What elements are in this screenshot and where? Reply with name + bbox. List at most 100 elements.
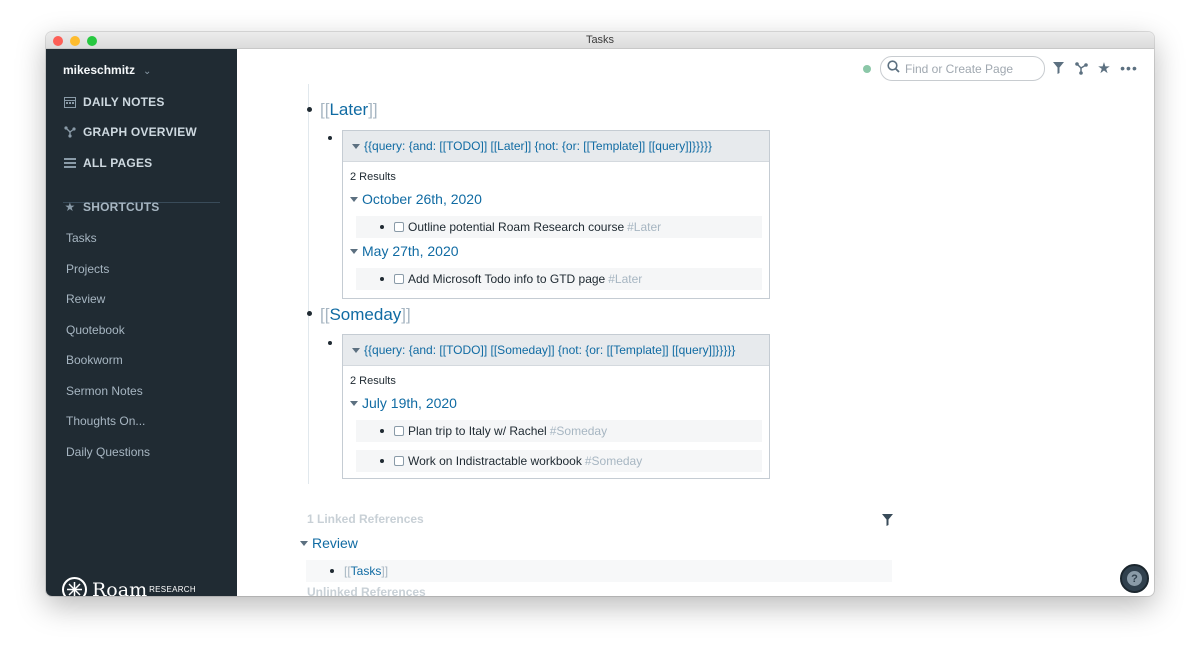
todo-checkbox[interactable]	[394, 222, 404, 232]
block-bullet[interactable]	[380, 277, 384, 281]
nav-graph-overview-label: GRAPH OVERVIEW	[83, 125, 197, 139]
linked-references-heading: 1 Linked References	[307, 512, 424, 526]
reference-block-link[interactable]: Tasks	[351, 564, 382, 578]
user-menu[interactable]: mikeschmitz ⌄	[63, 63, 151, 77]
todo-tag[interactable]: #Later	[608, 272, 642, 286]
query-text: {{query: {and: [[TODO]] [[Later]] {not: …	[364, 139, 712, 153]
collapse-caret-icon[interactable]	[350, 400, 358, 406]
shortcut-item[interactable]: Projects	[66, 262, 109, 276]
block-bullet[interactable]	[328, 136, 332, 140]
todo-text[interactable]: Outline potential Roam Research course	[408, 220, 624, 234]
todo-tag[interactable]: #Someday	[585, 454, 642, 468]
todo-row: Outline potential Roam Research course #…	[356, 216, 762, 238]
search-icon	[887, 59, 900, 78]
block-bullet[interactable]	[380, 429, 384, 433]
roam-logo: Roam RESEARCH	[62, 577, 196, 596]
roam-logo-icon	[62, 577, 87, 596]
reference-block: [[Tasks]]	[306, 560, 892, 582]
sync-status-dot	[863, 65, 871, 73]
filter-icon[interactable]	[1051, 61, 1065, 75]
page-ref-someday[interactable]: [[Someday]]	[320, 305, 411, 325]
block-bullet[interactable]	[307, 311, 312, 316]
shortcut-item[interactable]: Bookworm	[66, 353, 123, 367]
reference-page-link[interactable]: Review	[300, 535, 358, 551]
star-icon: ★	[64, 200, 76, 214]
block-bullet[interactable]	[380, 459, 384, 463]
star-shortcut-icon[interactable]: ★	[1097, 60, 1111, 77]
query-block-someday: {{query: {and: [[TODO]] [[Someday]] {not…	[342, 334, 770, 479]
collapse-caret-icon[interactable]	[350, 196, 358, 202]
todo-text[interactable]: Work on Indistractable workbook	[408, 454, 582, 468]
block-bullet[interactable]	[307, 107, 312, 112]
collapse-caret-icon[interactable]	[350, 248, 358, 254]
shortcuts-heading-label: SHORTCUTS	[83, 200, 160, 214]
bracket-open: [[	[344, 564, 351, 578]
date-ref[interactable]: October 26th, 2020	[350, 191, 482, 207]
nav-all-pages[interactable]: ALL PAGES	[63, 156, 152, 170]
todo-row: Work on Indistractable workbook #Someday	[356, 450, 762, 472]
references-filter-icon[interactable]	[882, 513, 893, 531]
date-ref-label: May 27th, 2020	[362, 243, 459, 259]
search-input[interactable]	[905, 61, 1035, 76]
sidebar: mikeschmitz ⌄ DAILY NOTES GRAPH OVERVIEW …	[46, 49, 237, 596]
graph-view-icon[interactable]	[1074, 61, 1088, 75]
todo-row: Plan trip to Italy w/ Rachel #Someday	[356, 420, 762, 442]
todo-tag[interactable]: #Someday	[550, 424, 607, 438]
todo-row: Add Microsoft Todo info to GTD page #Lat…	[356, 268, 762, 290]
todo-text[interactable]: Add Microsoft Todo info to GTD page	[408, 272, 605, 286]
block-bullet[interactable]	[328, 341, 332, 345]
nav-daily-notes[interactable]: DAILY NOTES	[63, 95, 165, 109]
list-icon	[63, 156, 77, 170]
window-title: Tasks	[585, 34, 615, 46]
block-bullet[interactable]	[380, 225, 384, 229]
shortcut-item[interactable]: Tasks	[66, 231, 97, 245]
results-count: 2 Results	[350, 375, 396, 387]
nav-daily-notes-label: DAILY NOTES	[83, 95, 165, 109]
search-box[interactable]	[880, 56, 1045, 81]
title-bar: Tasks	[46, 32, 1154, 49]
date-ref[interactable]: May 27th, 2020	[350, 243, 459, 259]
page-ref-label: Someday	[329, 305, 402, 324]
collapse-caret-icon[interactable]	[352, 143, 360, 149]
shortcuts-heading: ★ SHORTCUTS	[63, 200, 160, 214]
query-text: {{query: {and: [[TODO]] [[Someday]] {not…	[364, 343, 736, 357]
bracket-close: ]]	[401, 305, 411, 324]
nav-graph-overview[interactable]: GRAPH OVERVIEW	[63, 125, 197, 139]
todo-checkbox[interactable]	[394, 274, 404, 284]
block-guide-line	[308, 84, 309, 484]
shortcut-item[interactable]: Thoughts On...	[66, 414, 145, 428]
date-ref[interactable]: July 19th, 2020	[350, 395, 457, 411]
app-window: Tasks mikeschmitz ⌄ DAILY NOTES GRAPH OVE…	[46, 32, 1154, 596]
graph-icon	[63, 125, 77, 139]
date-ref-label: October 26th, 2020	[362, 191, 482, 207]
collapse-caret-icon[interactable]	[352, 347, 360, 353]
date-ref-label: July 19th, 2020	[362, 395, 457, 411]
query-header[interactable]: {{query: {and: [[TODO]] [[Later]] {not: …	[343, 131, 769, 162]
todo-checkbox[interactable]	[394, 456, 404, 466]
query-block-later: {{query: {and: [[TODO]] [[Later]] {not: …	[342, 130, 770, 299]
todo-checkbox[interactable]	[394, 426, 404, 436]
query-header[interactable]: {{query: {and: [[TODO]] [[Someday]] {not…	[343, 335, 769, 366]
shortcut-item[interactable]: Review	[66, 292, 105, 306]
bracket-close: ]]	[381, 564, 389, 578]
results-count: 2 Results	[350, 171, 396, 183]
shortcut-item[interactable]: Sermon Notes	[66, 384, 143, 398]
shortcut-item[interactable]: Daily Questions	[66, 445, 150, 459]
unlinked-references-heading[interactable]: Unlinked References	[307, 585, 426, 596]
help-button[interactable]: ?	[1120, 564, 1149, 593]
nav-all-pages-label: ALL PAGES	[83, 156, 153, 170]
todo-text[interactable]: Plan trip to Italy w/ Rachel	[408, 424, 547, 438]
block-bullet[interactable]	[330, 569, 334, 573]
more-options-icon[interactable]: •••	[1120, 60, 1137, 76]
shortcut-item[interactable]: Quotebook	[66, 323, 125, 337]
calendar-icon	[63, 95, 77, 109]
logo-word: Roam	[92, 578, 148, 597]
page-ref-label: Later	[329, 100, 369, 119]
bracket-close: ]]	[368, 100, 378, 119]
user-name: mikeschmitz	[63, 63, 136, 77]
page-ref-later[interactable]: [[Later]]	[320, 100, 378, 120]
collapse-caret-icon[interactable]	[300, 540, 308, 546]
chevron-down-icon: ⌄	[143, 66, 152, 77]
reference-page-label: Review	[312, 535, 358, 551]
todo-tag[interactable]: #Later	[627, 220, 661, 234]
